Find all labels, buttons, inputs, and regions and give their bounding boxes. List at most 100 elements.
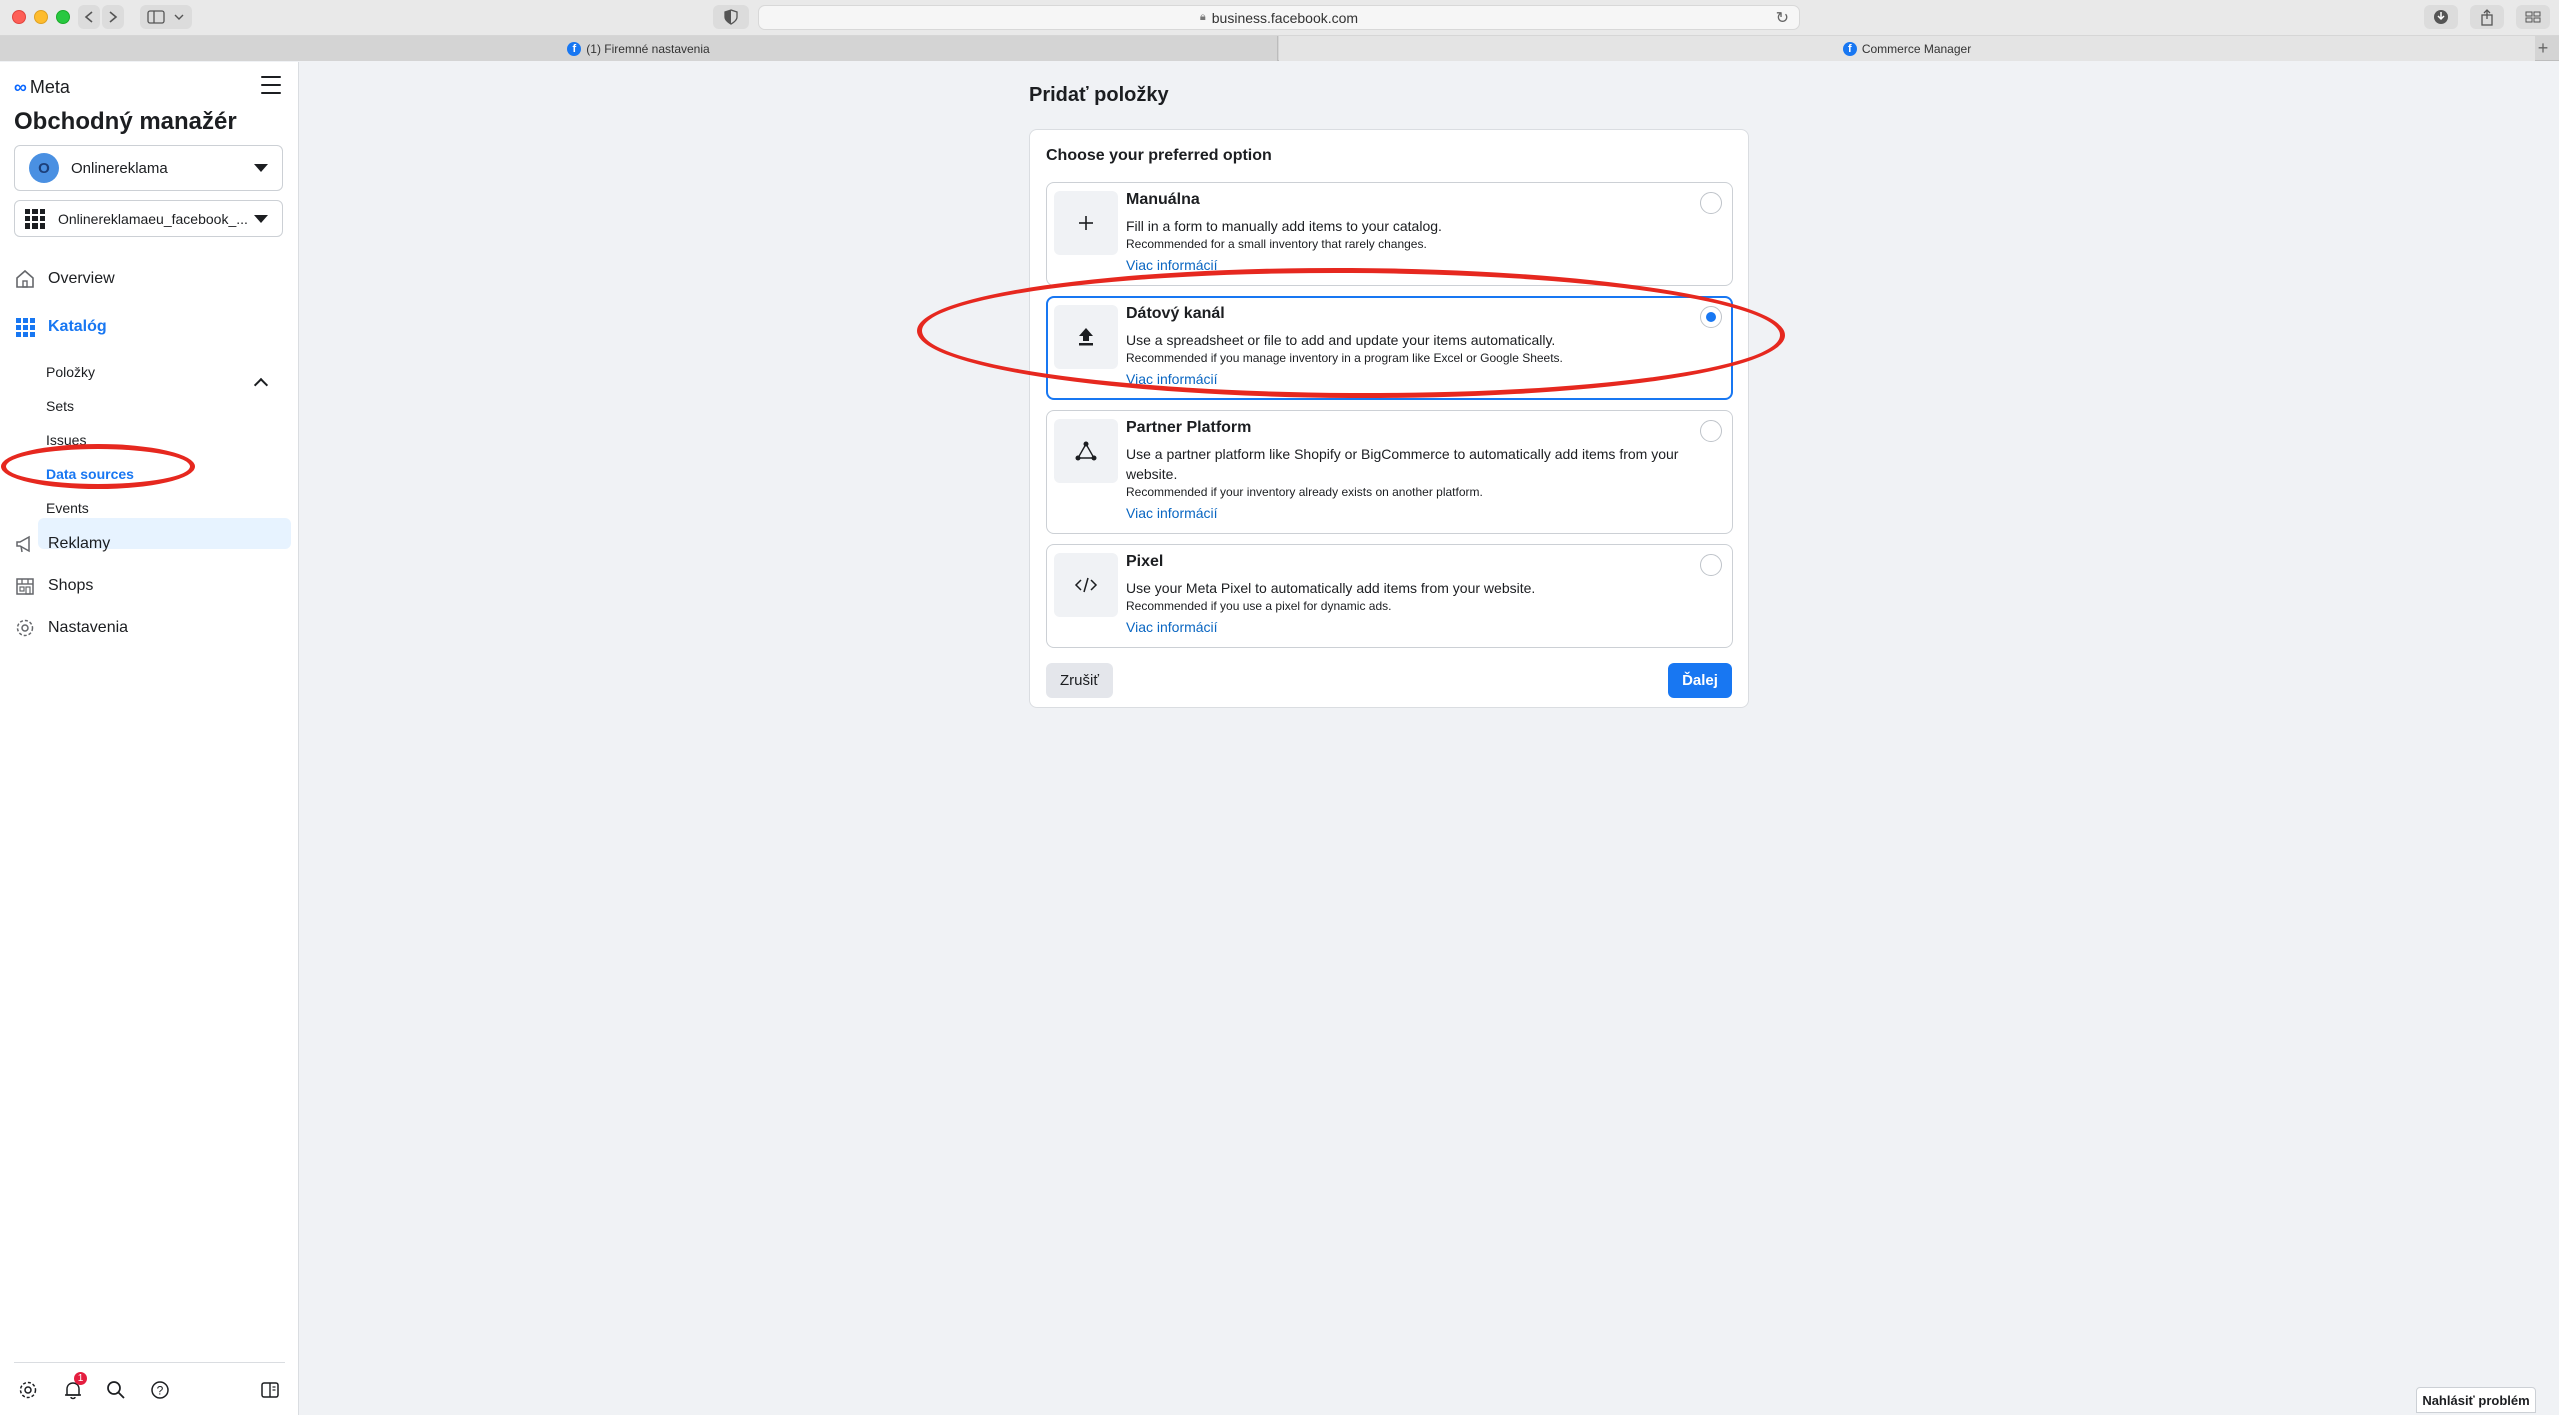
facebook-favicon-icon: f	[1842, 41, 1857, 56]
option-datovy-kanal[interactable]: Dátový kanál Use a spreadsheet or file t…	[1046, 296, 1733, 400]
sidebar: ∞ Meta Obchodný manažér O Onlinereklama …	[0, 62, 299, 1415]
grid-icon	[25, 208, 45, 229]
sidebar-subitem-events[interactable]: Events	[46, 500, 89, 516]
browser-tab-commerce-manager[interactable]: f Commerce Manager	[1279, 36, 2535, 61]
option-title: Dátový kanál	[1126, 305, 1225, 322]
notification-badge: 1	[74, 1372, 87, 1385]
plus-icon	[1054, 191, 1118, 255]
zoom-window-button[interactable]	[56, 10, 70, 24]
tab-label: (1) Firemné nastavenia	[586, 41, 710, 56]
sidebar-item-label: Reklamy	[48, 535, 111, 552]
sidebar-footer: 1 ?	[14, 1362, 285, 1415]
catalog-name: Onlinereklamaeu_facebook_...	[58, 210, 248, 227]
tab-label: Commerce Manager	[1861, 41, 1972, 56]
sidebar-item-label: Katalóg	[48, 318, 107, 335]
settings-gear-icon[interactable]	[17, 1379, 39, 1401]
option-description: Use a spreadsheet or file to add and upd…	[1126, 332, 1556, 348]
sidebar-subitem-data-sources[interactable]: Data sources	[46, 466, 134, 482]
url-text: business.facebook.com	[1211, 9, 1359, 26]
forward-button[interactable]	[102, 5, 124, 29]
app-title: Obchodný manažér	[14, 108, 237, 135]
help-icon[interactable]: ?	[149, 1379, 171, 1401]
cancel-button[interactable]: Zrušiť	[1046, 663, 1113, 698]
share-button[interactable]	[2470, 5, 2504, 29]
option-manualna[interactable]: Manuálna Fill in a form to manually add …	[1046, 182, 1733, 286]
add-items-card: Choose your preferred option Manuálna Fi…	[1029, 129, 1749, 708]
new-tab-button[interactable]: +	[2533, 36, 2553, 61]
option-partner-platform[interactable]: Partner Platform Use a partner platform …	[1046, 410, 1733, 534]
tab-grid-icon	[2525, 11, 2541, 23]
browser-tab-bar: f (1) Firemné nastavenia f Commerce Mana…	[0, 36, 2559, 61]
collapse-panel-icon[interactable]	[259, 1379, 281, 1401]
option-radio-selected[interactable]	[1700, 306, 1722, 328]
tab-overview-button[interactable]	[2516, 5, 2550, 29]
lock-icon: 🔒︎	[1199, 11, 1206, 23]
option-recommendation: Recommended if you use a pixel for dynam…	[1126, 599, 1392, 613]
option-pixel[interactable]: Pixel Use your Meta Pixel to automatical…	[1046, 544, 1733, 648]
learn-more-link[interactable]: Viac informácií	[1126, 505, 1218, 521]
reload-icon[interactable]: ↻	[1776, 8, 1789, 28]
sidebar-item-nastavenia[interactable]: Nastavenia	[14, 617, 128, 639]
share-icon	[2481, 8, 2493, 26]
search-icon[interactable]	[105, 1379, 127, 1401]
upload-icon	[1054, 305, 1118, 369]
sidebar-item-shops[interactable]: Shops	[14, 575, 93, 597]
brand-name: Meta	[29, 77, 70, 97]
chevron-down-icon	[174, 14, 184, 20]
avatar: O	[29, 153, 59, 183]
address-bar[interactable]: 🔒︎ business.facebook.com ↻	[758, 5, 1800, 30]
next-button[interactable]: Ďalej	[1668, 663, 1732, 698]
partner-icon	[1054, 419, 1118, 483]
gear-icon	[14, 617, 36, 639]
meta-logo[interactable]: ∞ Meta	[14, 77, 70, 98]
option-title: Partner Platform	[1126, 419, 1252, 436]
sidebar-item-katalog[interactable]: Katalóg	[14, 316, 107, 338]
close-window-button[interactable]	[12, 10, 26, 24]
sidebar-subitem-sets[interactable]: Sets	[46, 398, 74, 414]
option-recommendation: Recommended for a small inventory that r…	[1126, 237, 1427, 251]
learn-more-link[interactable]: Viac informácií	[1126, 257, 1218, 273]
privacy-shield-button[interactable]	[713, 5, 749, 29]
download-icon	[2434, 10, 2448, 24]
notifications-bell-icon[interactable]: 1	[62, 1372, 87, 1401]
option-radio[interactable]	[1700, 192, 1722, 214]
minimize-window-button[interactable]	[34, 10, 48, 24]
home-icon	[14, 268, 36, 290]
facebook-favicon-icon: f	[567, 41, 582, 56]
chevron-up-icon[interactable]	[253, 377, 269, 393]
sidebar-subitem-issues[interactable]: Issues	[46, 432, 86, 448]
downloads-button[interactable]	[2424, 5, 2458, 29]
sidebar-subitem-polozky[interactable]: Položky	[46, 364, 95, 380]
shield-icon	[724, 9, 738, 25]
back-button[interactable]	[78, 5, 100, 29]
option-title: Pixel	[1126, 553, 1164, 570]
account-name: Onlinereklama	[71, 159, 168, 177]
option-title: Manuálna	[1126, 191, 1200, 208]
svg-text:?: ?	[157, 1384, 164, 1398]
meta-infinity-icon: ∞	[14, 77, 27, 97]
option-recommendation: Recommended if you manage inventory in a…	[1126, 351, 1563, 365]
sidebar-item-label: Overview	[48, 270, 115, 287]
shop-icon	[14, 575, 36, 597]
learn-more-link[interactable]: Viac informácií	[1126, 619, 1218, 635]
catalog-select[interactable]: Onlinereklamaeu_facebook_...	[14, 200, 283, 237]
sidebar-item-overview[interactable]: Overview	[14, 268, 115, 290]
sidebar-item-label: Shops	[48, 577, 94, 594]
option-radio[interactable]	[1700, 554, 1722, 576]
browser-titlebar: 🔒︎ business.facebook.com ↻	[0, 0, 2559, 36]
code-icon	[1054, 553, 1118, 617]
report-problem-button[interactable]: Nahlásiť problém	[2416, 1387, 2536, 1413]
option-description: Use a partner platform like Shopify or B…	[1126, 446, 1679, 482]
card-heading: Choose your preferred option	[1046, 147, 1272, 164]
business-account-select[interactable]: O Onlinereklama	[14, 145, 283, 191]
option-description: Fill in a form to manually add items to …	[1126, 218, 1442, 234]
browser-tab-firemne-nastavenia[interactable]: f (1) Firemné nastavenia	[0, 36, 1278, 61]
sidebar-icon	[147, 10, 165, 24]
learn-more-link[interactable]: Viac informácií	[1126, 371, 1218, 387]
option-recommendation: Recommended if your inventory already ex…	[1126, 485, 1483, 499]
option-radio[interactable]	[1700, 420, 1722, 442]
sidebar-item-reklamy[interactable]: Reklamy	[14, 533, 110, 555]
sidebar-toggle-button[interactable]	[140, 5, 192, 29]
menu-icon[interactable]	[261, 76, 281, 94]
chevron-right-icon	[109, 11, 118, 23]
